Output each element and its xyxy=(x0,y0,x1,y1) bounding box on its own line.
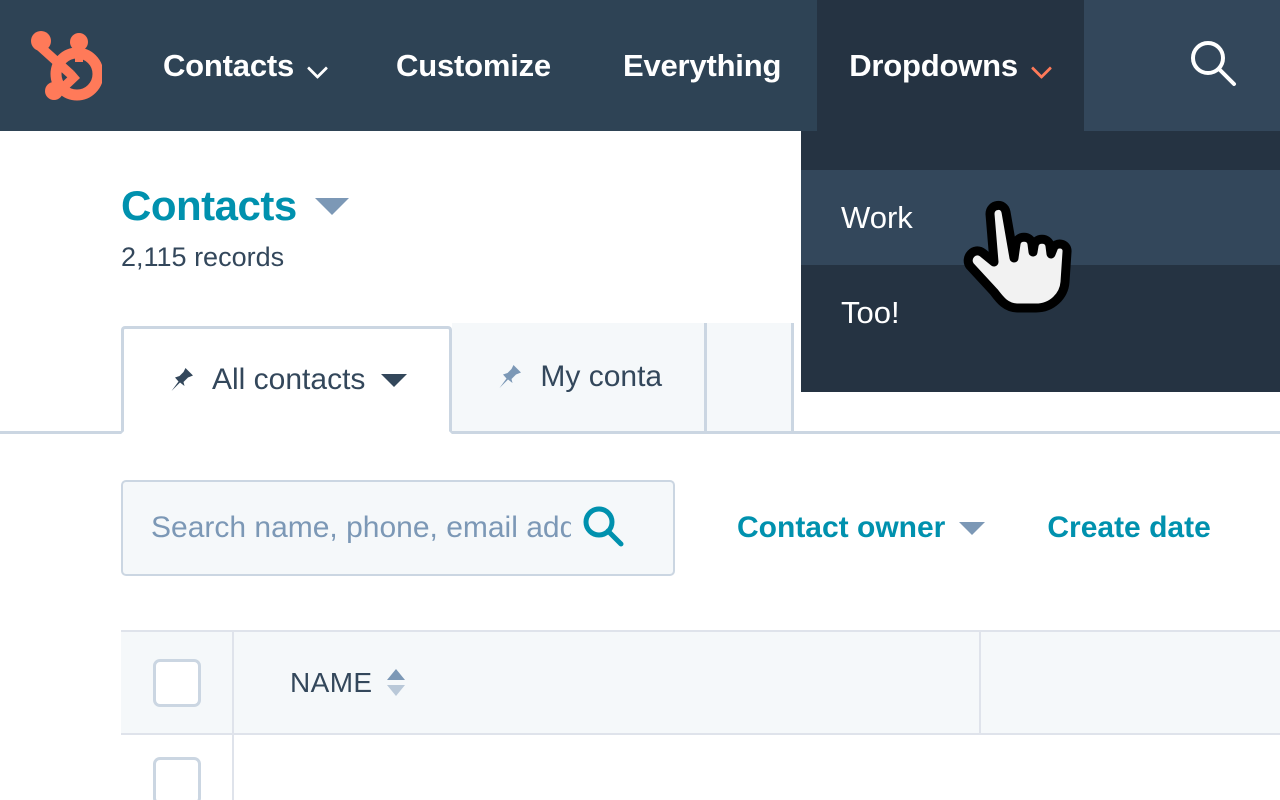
dropdown-menu-item-work[interactable]: Work xyxy=(801,170,1280,265)
chevron-down-icon xyxy=(959,521,986,535)
dropdowns-menu-panel: Work Too! xyxy=(801,131,1280,392)
tab-caret-icon[interactable] xyxy=(381,373,408,387)
tab-all-contacts[interactable]: All contacts xyxy=(121,326,453,434)
search-input[interactable] xyxy=(149,510,573,546)
hubspot-logo-button[interactable] xyxy=(0,0,131,131)
nav-item-customize[interactable]: Customize xyxy=(360,0,587,131)
search-and-filter-row: Contact owner Create date xyxy=(121,480,1211,576)
nav-item-label: Customize xyxy=(396,47,551,83)
nav-item-contacts[interactable]: Contacts xyxy=(131,0,360,131)
sort-ascending-icon xyxy=(386,669,405,680)
search-icon xyxy=(1186,36,1240,95)
filter-label: Create date xyxy=(1047,511,1211,544)
pin-icon xyxy=(494,362,524,392)
hubspot-sprocket-logo-icon xyxy=(30,28,102,104)
nav-search-button[interactable] xyxy=(1083,0,1280,131)
nav-item-everything[interactable]: Everything xyxy=(587,0,817,131)
search-icon[interactable] xyxy=(579,502,627,555)
page-title-dropdown-caret-icon[interactable] xyxy=(314,197,349,215)
sort-arrows-icon[interactable] xyxy=(386,669,405,696)
column-header-name[interactable]: NAME xyxy=(234,632,981,733)
top-navigation-bar: Contacts Customize Everything Dropdowns xyxy=(0,0,1280,131)
row-checkbox[interactable] xyxy=(152,757,201,800)
app-root: Contacts Customize Everything Dropdowns xyxy=(0,0,1280,800)
select-all-checkbox[interactable] xyxy=(152,658,201,707)
filter-create-date[interactable]: Create date xyxy=(1047,511,1210,545)
search-box[interactable] xyxy=(121,480,675,576)
chevron-down-icon xyxy=(308,59,328,79)
row-select-cell xyxy=(121,735,234,800)
table-header-row: NAME xyxy=(121,632,1280,735)
nav-item-label: Dropdowns xyxy=(849,47,1018,83)
page-title[interactable]: Contacts xyxy=(121,185,297,227)
tab-label: My conta xyxy=(540,360,663,393)
select-all-cell xyxy=(121,632,234,733)
tab-label: All contacts xyxy=(212,363,366,396)
nav-item-list: Contacts Customize Everything Dropdowns xyxy=(131,0,1084,131)
tab-my-contacts[interactable]: My conta xyxy=(452,323,708,431)
dropdown-menu-item-label: Work xyxy=(841,199,913,235)
pin-icon xyxy=(166,365,196,395)
records-count: 2,115 records xyxy=(121,242,285,272)
contacts-table: NAME xyxy=(121,630,1280,800)
page-title-row: Contacts xyxy=(121,185,349,227)
dropdown-menu-item-label: Too! xyxy=(841,294,900,330)
column-header-label: NAME xyxy=(290,666,373,698)
nav-item-dropdowns[interactable]: Dropdowns xyxy=(817,0,1084,131)
filter-label: Contact owner xyxy=(737,511,946,544)
page-header: Contacts 2,115 records xyxy=(121,185,349,273)
nav-item-label: Contacts xyxy=(163,47,295,83)
table-row[interactable] xyxy=(121,735,1280,800)
filter-contact-owner[interactable]: Contact owner xyxy=(737,511,986,545)
tab-third-view[interactable] xyxy=(707,323,795,431)
sort-descending-icon xyxy=(386,685,405,696)
nav-item-label: Everything xyxy=(622,47,782,83)
row-content-cell xyxy=(234,735,1280,800)
column-header-next[interactable] xyxy=(981,632,1280,733)
dropdown-menu-item-too[interactable]: Too! xyxy=(801,265,1280,360)
chevron-down-icon xyxy=(1032,59,1052,79)
